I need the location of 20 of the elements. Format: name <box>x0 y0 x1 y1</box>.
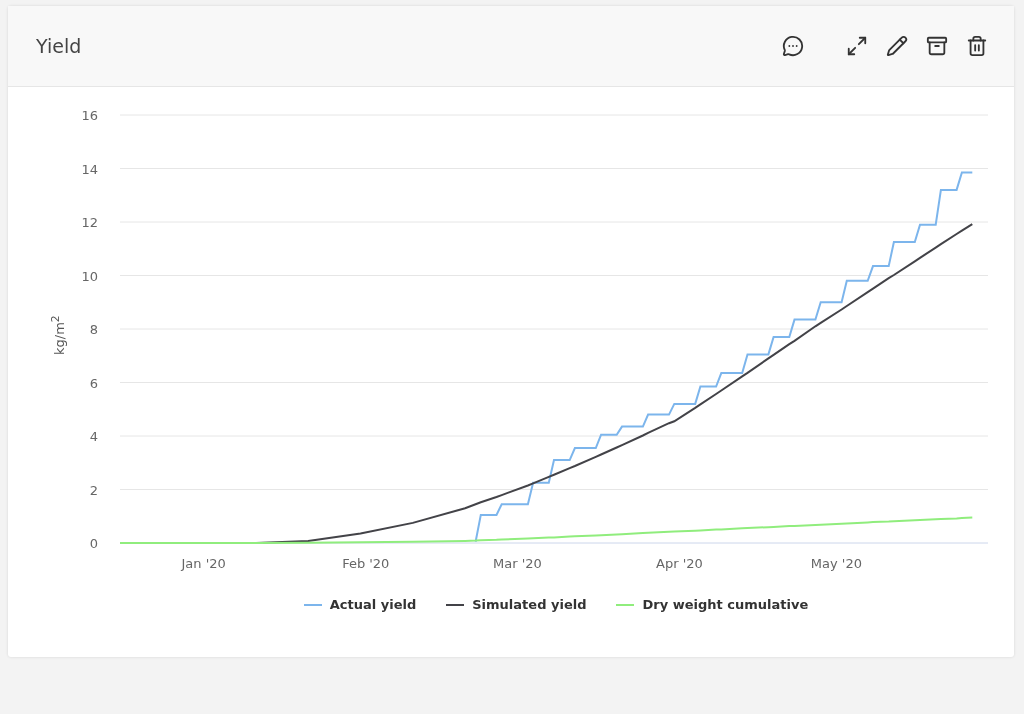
legend-item[interactable]: Dry weight cumulative <box>616 597 809 612</box>
x-tick-label: Jan '20 <box>181 556 226 571</box>
legend-item[interactable]: Simulated yield <box>446 597 587 612</box>
x-tick-label: May '20 <box>810 556 862 571</box>
y-tick-label: 16 <box>81 108 98 123</box>
legend-item[interactable]: Actual yield <box>303 597 417 612</box>
y-tick-label: 12 <box>81 215 98 230</box>
comment-icon[interactable] <box>780 33 806 59</box>
y-tick-label: 10 <box>81 268 98 284</box>
y-tick-label: 2 <box>89 482 98 498</box>
y-tick-label: 8 <box>89 322 98 337</box>
y-tick-label: 0 <box>89 536 98 551</box>
y-tick-label: 4 <box>89 429 98 444</box>
x-tick-label: Feb '20 <box>342 556 390 571</box>
y-tick-label: 14 <box>81 161 98 177</box>
y-tick-label: 6 <box>89 375 98 391</box>
x-tick-label: Mar '20 <box>493 556 542 571</box>
x-tick-label: Apr '20 <box>656 556 703 571</box>
card-title: Yield <box>36 35 83 57</box>
edit-icon[interactable] <box>884 33 910 59</box>
